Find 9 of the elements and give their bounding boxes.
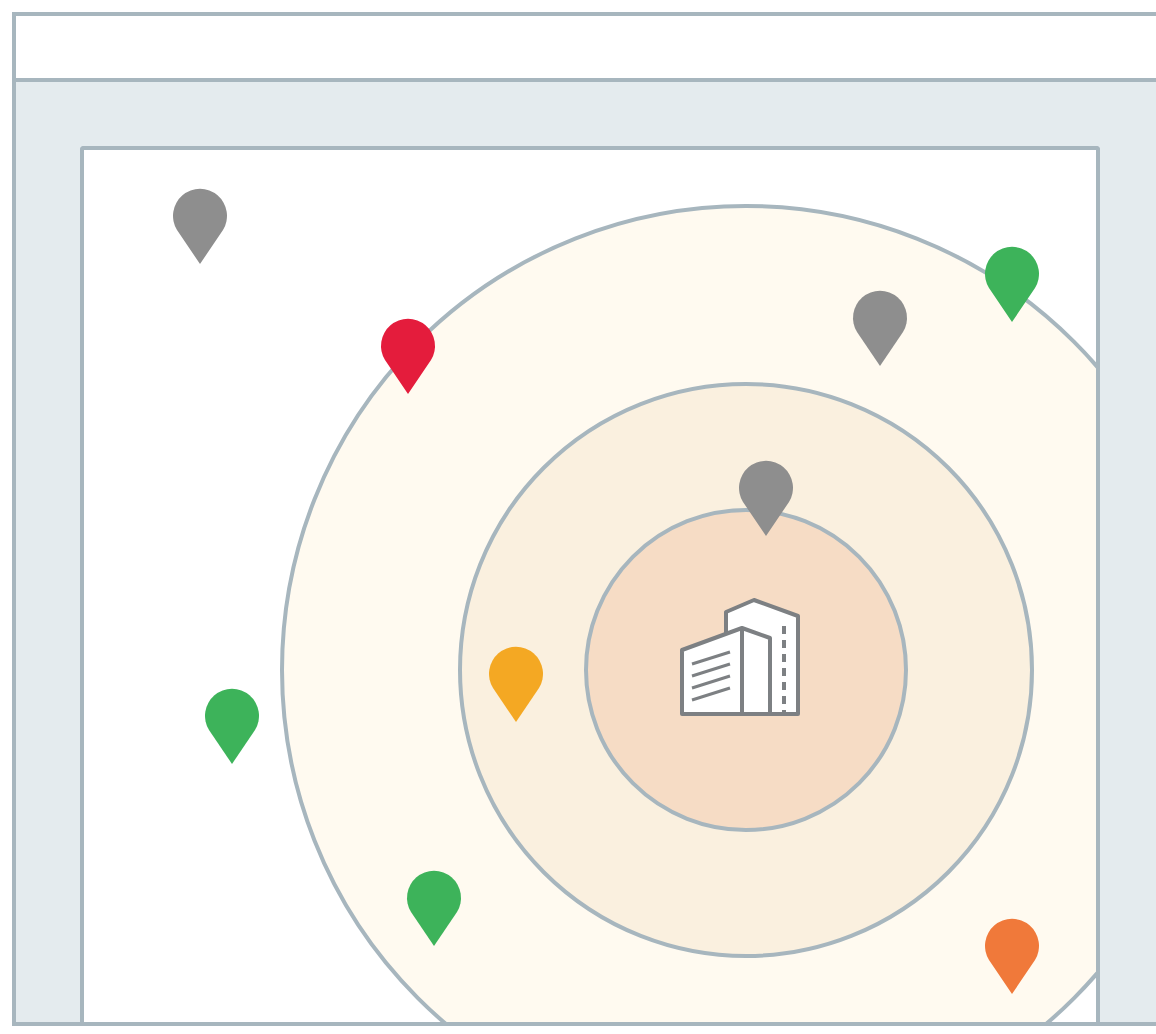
map-pin-icon[interactable]	[381, 318, 435, 394]
map-pin-icon[interactable]	[173, 188, 227, 264]
map-pin-icon[interactable]	[205, 688, 259, 764]
map-pin-icon[interactable]	[853, 290, 907, 366]
building-icon	[680, 598, 800, 716]
map-pin-icon[interactable]	[985, 918, 1039, 994]
map-pin-icon[interactable]	[739, 460, 793, 536]
map-pin-icon[interactable]	[407, 870, 461, 946]
map-pin-icon[interactable]	[985, 246, 1039, 322]
